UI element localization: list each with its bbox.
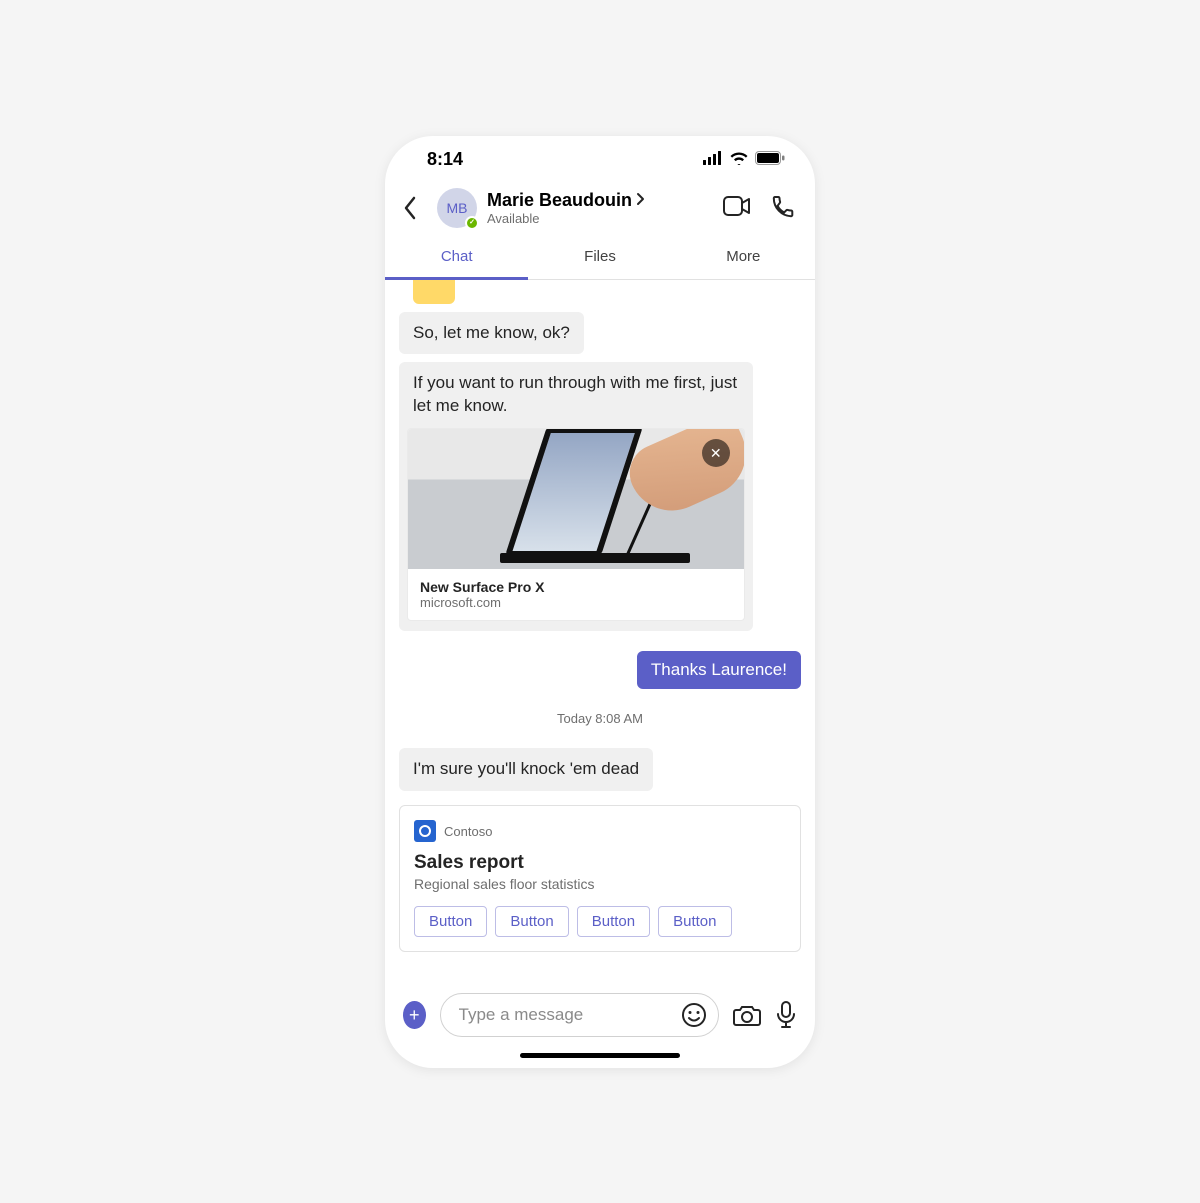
app-name: Contoso — [444, 824, 492, 839]
message-composer: + — [385, 983, 815, 1053]
tab-chat[interactable]: Chat — [385, 238, 528, 280]
tab-bar: Chat Files More — [385, 238, 815, 280]
cellular-icon — [703, 149, 723, 170]
tab-more[interactable]: More — [672, 238, 815, 279]
phone-frame: 8:14 MB Marie Beaudouin — [385, 136, 815, 1068]
link-preview-image: ✕ — [408, 429, 744, 569]
close-icon[interactable]: ✕ — [702, 439, 730, 467]
link-preview-card[interactable]: ✕ New Surface Pro X microsoft.com — [407, 428, 745, 621]
status-time: 8:14 — [427, 149, 463, 170]
card-button[interactable]: Button — [577, 906, 650, 937]
back-button[interactable] — [403, 196, 427, 220]
adaptive-card[interactable]: Contoso Sales report Regional sales floo… — [399, 805, 801, 952]
add-button[interactable]: + — [403, 1001, 426, 1029]
presence-badge — [465, 216, 479, 230]
card-button[interactable]: Button — [414, 906, 487, 937]
avatar[interactable]: MB — [437, 188, 477, 228]
card-button[interactable]: Button — [658, 906, 731, 937]
link-preview-domain: microsoft.com — [420, 595, 732, 610]
card-actions: Button Button Button Button — [414, 906, 786, 937]
camera-icon[interactable] — [733, 1001, 761, 1029]
emoji-icon[interactable] — [680, 1001, 708, 1029]
chevron-right-icon — [636, 190, 646, 211]
avatar-initials: MB — [447, 200, 468, 216]
chat-header: MB Marie Beaudouin Available — [385, 184, 815, 238]
tab-files[interactable]: Files — [528, 238, 671, 279]
incoming-message[interactable]: I'm sure you'll knock 'em dead — [399, 748, 653, 791]
link-preview-title: New Surface Pro X — [420, 579, 732, 595]
outgoing-message[interactable]: Thanks Laurence! — [637, 651, 801, 689]
message-input[interactable] — [459, 1005, 680, 1025]
status-bar: 8:14 — [385, 136, 815, 184]
app-icon — [414, 820, 436, 842]
microphone-icon[interactable] — [775, 1001, 798, 1029]
message-text: If you want to run through with me first… — [399, 362, 753, 428]
card-button[interactable]: Button — [495, 906, 568, 937]
card-subtitle: Regional sales floor statistics — [414, 876, 786, 892]
presence-text: Available — [487, 211, 713, 226]
message-input-wrapper[interactable] — [440, 993, 719, 1037]
video-call-icon[interactable] — [723, 195, 749, 221]
contact-name: Marie Beaudouin — [487, 190, 632, 211]
card-title: Sales report — [414, 852, 786, 874]
battery-icon — [755, 149, 785, 170]
timestamp: Today 8:08 AM — [399, 711, 801, 726]
audio-call-icon[interactable] — [771, 195, 797, 221]
incoming-message-with-link[interactable]: If you want to run through with me first… — [399, 362, 753, 631]
folder-icon — [413, 280, 455, 304]
status-icons — [703, 149, 785, 170]
contact-info[interactable]: Marie Beaudouin Available — [487, 190, 713, 226]
wifi-icon — [729, 149, 749, 170]
messages-area[interactable]: So, let me know, ok? If you want to run … — [385, 280, 815, 983]
home-indicator — [520, 1053, 680, 1058]
incoming-message[interactable]: So, let me know, ok? — [399, 312, 584, 355]
